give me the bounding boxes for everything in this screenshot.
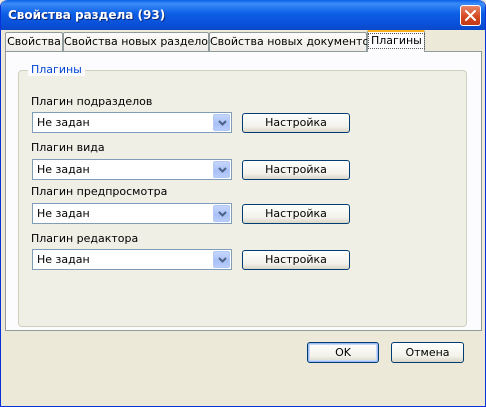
plugins-tab-panel: Плагины Плагин подразделов Не задан Наст… [5, 51, 482, 331]
window-title: Свойства раздела (93) [8, 8, 166, 22]
plugins-groupbox: Плагины Плагин подразделов Не задан Наст… [18, 63, 467, 327]
tab-label: Свойства [7, 35, 61, 48]
editor-plugin-label: Плагин редактора [31, 232, 139, 245]
dropdown-button[interactable] [213, 161, 230, 178]
editor-plugin-setup-button[interactable]: Настройка [242, 250, 350, 270]
chevron-down-icon [218, 167, 227, 173]
tab-bar: Свойства Свойства новых разделов Свойств… [5, 30, 483, 52]
chevron-down-icon [218, 120, 227, 126]
preview-plugin-select[interactable]: Не задан [32, 203, 232, 224]
view-plugin-label: Плагин вида [31, 141, 105, 154]
chevron-down-icon [218, 211, 227, 217]
view-plugin-setup-button[interactable]: Настройка [242, 160, 350, 180]
groupbox-title: Плагины [28, 63, 85, 76]
subsections-plugin-setup-button[interactable]: Настройка [242, 113, 350, 133]
select-value: Не задан [37, 253, 90, 266]
cancel-button[interactable]: Отмена [391, 342, 464, 363]
view-plugin-select[interactable]: Не задан [32, 159, 232, 180]
preview-plugin-label: Плагин предпросмотра [31, 185, 168, 198]
close-icon [465, 10, 476, 21]
close-button[interactable] [460, 5, 481, 26]
select-value: Не задан [37, 163, 90, 176]
tab-label: Свойства новых разделов [64, 35, 215, 48]
editor-plugin-select[interactable]: Не задан [32, 249, 232, 270]
tab-plugins[interactable]: Плагины [367, 30, 425, 52]
dropdown-button[interactable] [213, 251, 230, 268]
tab-label: Свойства новых документов [210, 35, 376, 48]
tab-new-documents[interactable]: Свойства новых документов [209, 32, 376, 51]
tab-label: Плагины [368, 33, 425, 49]
tab-new-sections[interactable]: Свойства новых разделов [63, 32, 215, 51]
select-value: Не задан [37, 207, 90, 220]
ok-button[interactable]: OK [307, 342, 379, 363]
dropdown-button[interactable] [213, 114, 230, 131]
preview-plugin-setup-button[interactable]: Настройка [242, 204, 350, 224]
dialog-window: Свойства раздела (93) Свойства Свойства … [0, 0, 486, 407]
subsections-plugin-label: Плагин подразделов [31, 95, 153, 108]
subsections-plugin-select[interactable]: Не задан [32, 112, 232, 133]
title-bar[interactable]: Свойства раздела (93) [1, 0, 485, 30]
chevron-down-icon [218, 257, 227, 263]
select-value: Не задан [37, 116, 90, 129]
tab-properties[interactable]: Свойства [5, 32, 63, 51]
dropdown-button[interactable] [213, 205, 230, 222]
